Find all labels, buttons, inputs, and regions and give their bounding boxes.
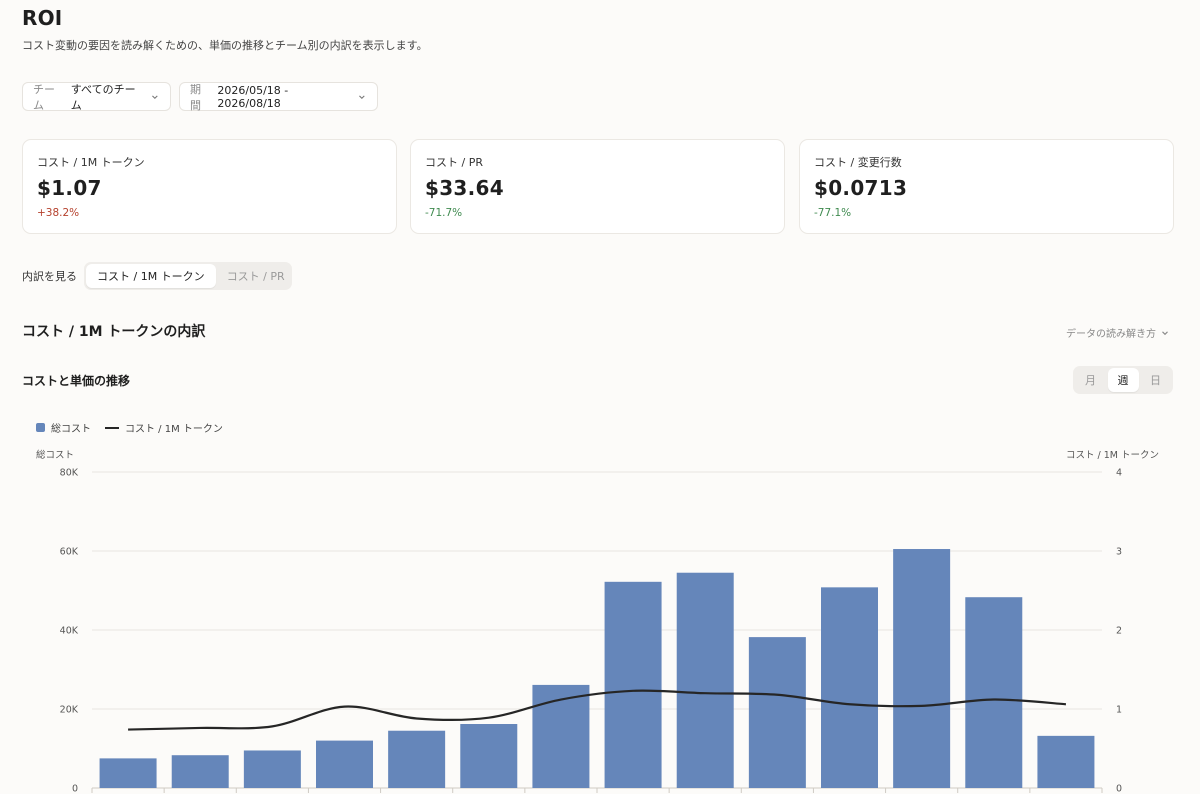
y-left-tick-label: 40K <box>60 626 79 637</box>
bar <box>460 724 518 788</box>
bar <box>171 755 229 788</box>
bar <box>388 730 446 788</box>
bar <box>604 581 662 788</box>
y-right-tick-label: 4 <box>1116 468 1122 479</box>
bar <box>99 758 157 788</box>
y-right-tick-label: 3 <box>1116 547 1122 558</box>
y-left-tick-label: 0 <box>72 784 78 794</box>
y-left-tick-label: 80K <box>60 468 79 479</box>
y-right-tick-label: 0 <box>1116 784 1122 794</box>
bar <box>821 587 878 788</box>
combo-chart: 0 20K 40K 60K 80K 0 1 2 3 4 <box>60 468 1122 794</box>
y-right-tick-label: 1 <box>1116 705 1122 716</box>
bar <box>676 572 734 788</box>
y-left-tick-label: 60K <box>60 547 79 558</box>
bar <box>748 637 806 788</box>
bar <box>1037 735 1095 788</box>
bar <box>243 750 301 788</box>
bar <box>316 740 373 788</box>
y-right-tick-label: 2 <box>1116 626 1122 637</box>
bar <box>893 549 951 788</box>
bar <box>965 597 1023 788</box>
y-left-tick-label: 20K <box>60 705 79 716</box>
